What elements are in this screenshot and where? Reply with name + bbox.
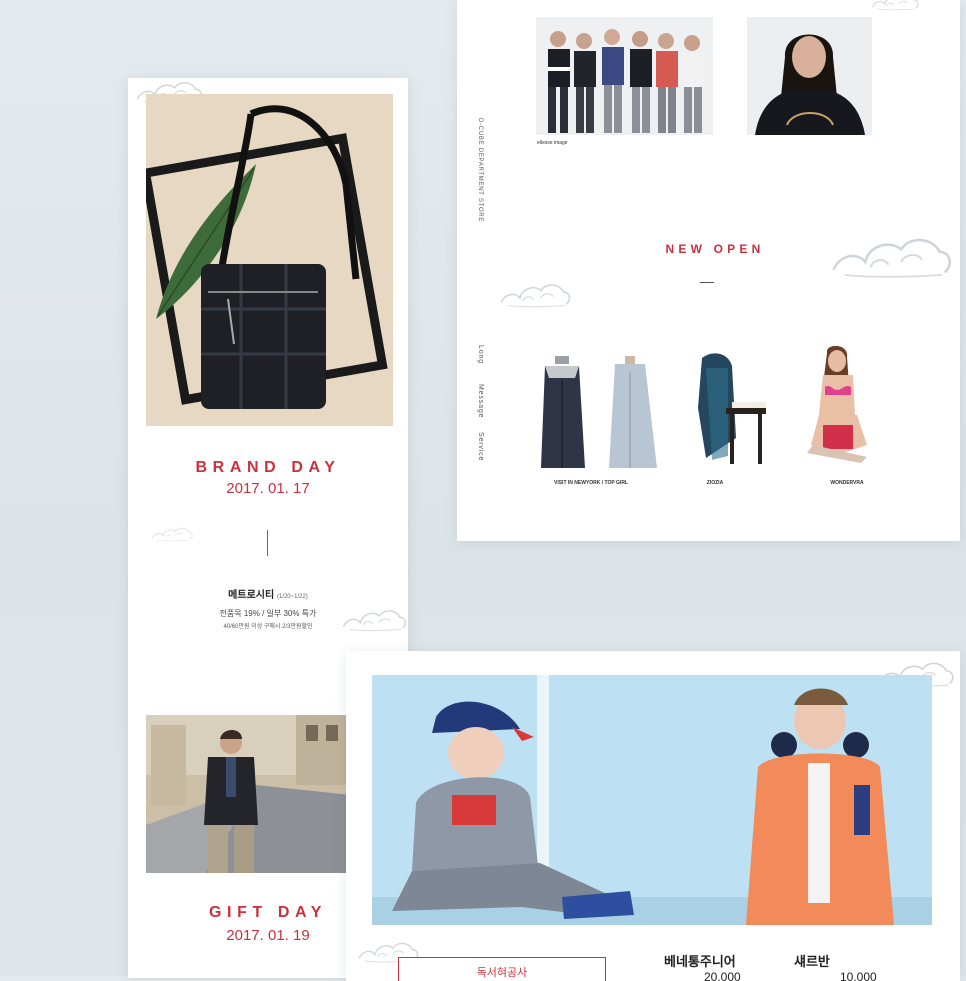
store-name: 메트로시티 — [228, 590, 275, 601]
kids-illustration — [372, 675, 932, 925]
menu-service[interactable]: Service — [477, 432, 484, 461]
ziozia-illustration — [698, 353, 766, 464]
brand-benetton: 베네통주니어 20,000 — [664, 951, 741, 981]
kids-event-button[interactable]: 독서혀공사 — [398, 957, 606, 981]
bag-illustration — [146, 105, 388, 409]
menu-message[interactable]: Message — [477, 384, 484, 418]
street-illustration — [146, 715, 351, 873]
brand-chevignon: 섀르반 10,000 — [794, 951, 877, 981]
product-ziozia-photo[interactable] — [692, 348, 782, 468]
kids-event-button-label: 독서혀공사 — [476, 967, 528, 979]
cloud-ornament — [150, 524, 194, 544]
brand-day-title: BRAND DAY — [195, 459, 341, 476]
new-open-title: NEW OPEN — [665, 242, 765, 256]
brand-day-date: 2017. 01. 17 — [226, 480, 310, 497]
product-coats-photo[interactable] — [537, 352, 667, 470]
cloud-ornament — [869, 0, 921, 12]
store-vertical-label: D-CUBE DEPARTMENT STORE — [477, 118, 483, 223]
bag-photo[interactable] — [146, 94, 393, 426]
wondervra-illustration — [807, 345, 867, 463]
divider-dash — [700, 282, 714, 283]
cloud-ornament — [493, 280, 577, 310]
model-illustration — [755, 34, 865, 135]
store-period: (1/20~1/22) — [276, 594, 308, 600]
brand-name: 베네통주니어 — [664, 954, 736, 969]
ellesse-caption: ellesse image — [537, 140, 568, 146]
kids-card: 독서혀공사 베네통주니어 20,000 섀르반 10,000 — [346, 651, 960, 981]
cloud-ornament — [827, 224, 955, 290]
product-label: VISIT IN NEWYORK / TOP GIRL — [554, 480, 628, 486]
new-open-card: D-CUBE DEPARTMENT STORE ellesse image NE… — [457, 0, 960, 541]
divider-line — [267, 530, 268, 556]
product-wondervra-photo[interactable] — [797, 345, 887, 467]
man-photo[interactable] — [146, 715, 351, 873]
cloud-ornament — [340, 600, 408, 640]
product-label: ZIOZIA — [706, 480, 724, 486]
product-label: WONDERVRA — [830, 480, 864, 486]
menu-long[interactable]: Long — [477, 345, 484, 364]
coats-illustration — [541, 356, 657, 468]
model-photo[interactable] — [747, 17, 872, 135]
group-illustration — [548, 29, 704, 133]
brand-name: 섀르반 — [794, 954, 830, 969]
kids-photo[interactable] — [372, 675, 932, 925]
ellesse-group-photo[interactable] — [536, 17, 713, 135]
